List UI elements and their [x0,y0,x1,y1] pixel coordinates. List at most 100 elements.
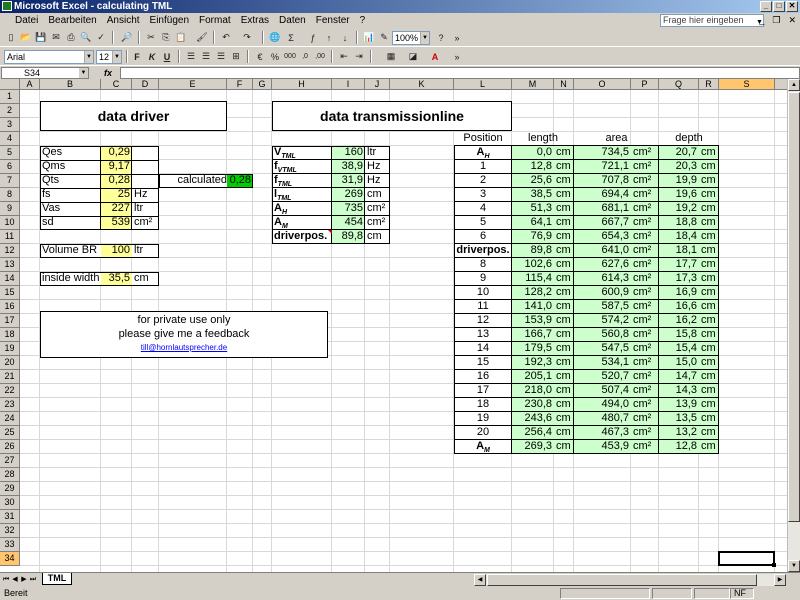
table-depth-unit-2[interactable]: cm [699,174,719,188]
select-all-corner[interactable] [0,79,20,90]
tml-param-unit-1[interactable]: Hz [365,160,390,174]
table-depth-unit-13[interactable]: cm [699,328,719,342]
table-position-5[interactable]: 5 [454,216,512,230]
table-length-3[interactable]: 38,5 [512,188,554,202]
table-position-2[interactable]: 2 [454,174,512,188]
table-length-unit-13[interactable]: cm [554,328,574,342]
table-header-2[interactable]: area [574,132,659,146]
last-sheet-icon[interactable]: ⏭ [29,574,37,585]
table-length-12[interactable]: 153,9 [512,314,554,328]
table-depth-19[interactable]: 13,5 [659,412,699,426]
paste-icon[interactable]: 📋 [174,31,188,44]
row-header-32[interactable]: 32 [0,524,20,538]
table-position-6[interactable]: 6 [454,230,512,244]
tml-param-unit-3[interactable]: cm [365,188,390,202]
row-header-9[interactable]: 9 [0,202,20,216]
row-header-31[interactable]: 31 [0,510,20,524]
decrease-indent-icon[interactable]: ⇤ [337,50,351,63]
table-area-unit-17[interactable]: cm² [631,384,659,398]
menu-item-8[interactable]: ? [355,13,371,28]
menu-item-4[interactable]: Format [194,13,236,28]
tml-param-label-4[interactable]: AH [272,202,332,216]
sort-desc-icon[interactable]: ↓ [338,31,352,44]
table-depth-14[interactable]: 15,4 [659,342,699,356]
table-depth-10[interactable]: 16,9 [659,286,699,300]
table-position-18[interactable]: 18 [454,398,512,412]
row-header-30[interactable]: 30 [0,496,20,510]
table-length-20[interactable]: 256,4 [512,426,554,440]
table-depth-unit-0[interactable]: cm [699,146,719,160]
vertical-scrollbar[interactable]: ▲ ▼ [787,79,800,572]
inside-width-label[interactable]: inside width [40,272,101,286]
table-header-3[interactable]: depth [659,132,719,146]
column-header-C[interactable]: C [101,79,132,90]
tml-param-unit-0[interactable]: ltr [365,146,390,160]
table-position-8[interactable]: 8 [454,258,512,272]
selected-cell-S34[interactable] [718,551,776,567]
scroll-left-icon[interactable]: ◀ [474,574,486,586]
scroll-right-icon[interactable]: ▶ [774,574,786,586]
tml-param-value-6[interactable]: 89,8 [332,230,365,244]
tml-param-value-3[interactable]: 269 [332,188,365,202]
table-length-unit-5[interactable]: cm [554,216,574,230]
table-length-unit-16[interactable]: cm [554,370,574,384]
table-area-19[interactable]: 480,7 [574,412,631,426]
column-header-R[interactable]: R [699,79,719,90]
row-header-20[interactable]: 20 [0,356,20,370]
column-header-B[interactable]: B [40,79,101,90]
table-area-unit-16[interactable]: cm² [631,370,659,384]
tml-param-unit-4[interactable]: cm² [365,202,390,216]
table-area-17[interactable]: 507,4 [574,384,631,398]
table-length-unit-9[interactable]: cm [554,272,574,286]
save-icon[interactable]: 💾 [34,31,48,44]
currency-button[interactable]: € [253,50,267,63]
row-header-3[interactable]: 3 [0,118,20,132]
doc-restore-icon[interactable]: ❐ [772,13,780,28]
table-depth-unit-20[interactable]: cm [699,426,719,440]
thousands-button[interactable]: 000 [283,50,297,63]
table-depth-unit-11[interactable]: cm [699,300,719,314]
table-depth-unit-16[interactable]: cm [699,370,719,384]
table-length-11[interactable]: 141,0 [512,300,554,314]
tml-param-value-0[interactable]: 160 [332,146,365,160]
column-header-P[interactable]: P [631,79,659,90]
table-position-7[interactable]: driverpos. [454,244,512,258]
first-sheet-icon[interactable]: ⏮ [2,574,10,585]
font-select[interactable]: Arial ▼ [4,50,94,64]
row-header-17[interactable]: 17 [0,314,20,328]
table-area-13[interactable]: 560,8 [574,328,631,342]
percent-button[interactable]: % [268,50,282,63]
table-length-1[interactable]: 12,8 [512,160,554,174]
table-length-unit-19[interactable]: cm [554,412,574,426]
column-header-O[interactable]: O [574,79,631,90]
undo-icon[interactable]: ↶ [219,31,233,44]
table-area-unit-21[interactable]: cm² [631,440,659,454]
row-header-14[interactable]: 14 [0,272,20,286]
tml-param-label-0[interactable]: VTML [272,146,332,160]
row-header-4[interactable]: 4 [0,132,20,146]
row-header-18[interactable]: 18 [0,328,20,342]
table-length-8[interactable]: 102,6 [512,258,554,272]
table-depth-unit-12[interactable]: cm [699,314,719,328]
inside-width-value[interactable]: 35,5 [101,272,132,286]
tml-param-value-5[interactable]: 454 [332,216,365,230]
decrease-decimal-button[interactable]: ,00 [313,50,327,63]
row-header-6[interactable]: 6 [0,160,20,174]
comment-indicator-icon[interactable] [328,230,332,234]
open-icon[interactable]: 📂 [19,31,33,44]
format-painter-icon[interactable]: 🖌 [195,31,209,44]
hyperlink-icon[interactable]: 🌐 [268,31,282,44]
table-depth-unit-3[interactable]: cm [699,188,719,202]
table-position-11[interactable]: 11 [454,300,512,314]
row-header-16[interactable]: 16 [0,300,20,314]
menu-item-3[interactable]: Einfügen [145,13,194,28]
autosum-icon[interactable]: Σ [284,31,298,44]
table-position-14[interactable]: 14 [454,342,512,356]
table-area-21[interactable]: 453,9 [574,440,631,454]
table-position-12[interactable]: 12 [454,314,512,328]
table-area-unit-5[interactable]: cm² [631,216,659,230]
maximize-button[interactable]: □ [773,1,785,12]
table-area-unit-3[interactable]: cm² [631,188,659,202]
cut-icon[interactable]: ✂ [144,31,158,44]
table-area-18[interactable]: 494,0 [574,398,631,412]
